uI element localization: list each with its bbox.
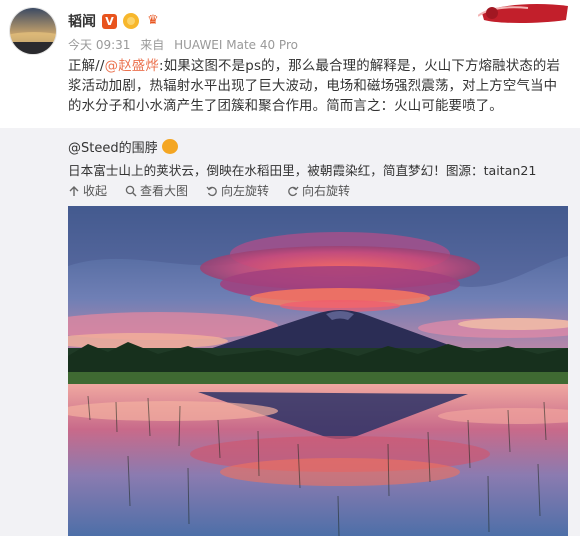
rotate-right-button[interactable]: 向右旋转: [287, 182, 350, 199]
author-name[interactable]: 韬闻: [68, 11, 96, 31]
weibo-post: 韬闻 V ♛ 今天 09:31 来自 HUAWEI Mate 40 Pro 正解…: [0, 0, 580, 128]
collapse-button[interactable]: 收起: [68, 182, 107, 199]
collapse-icon: [69, 185, 79, 196]
post-photo[interactable]: [68, 206, 568, 536]
rotate-left-icon: [206, 186, 217, 196]
view-large-button[interactable]: 查看大图: [125, 182, 188, 199]
source-prefix: 来自: [140, 38, 165, 52]
post-time[interactable]: 今天 09:31: [68, 38, 130, 52]
image-actions: 收起 查看大图 向左旋转 向右旋转: [68, 182, 350, 199]
repost-text: 日本富士山上的荚状云，倒映在水稻田里，被朝霞染红，简直梦幻！图源：taitan2…: [68, 163, 537, 178]
collapse-label: 收起: [83, 184, 108, 198]
card-decoration: [477, 2, 570, 24]
fan-badge-icon[interactable]: [161, 139, 178, 154]
verified-icon: V: [102, 13, 117, 29]
device-name[interactable]: HUAWEI Mate 40 Pro: [174, 38, 298, 52]
user-mention-link[interactable]: @赵盛烨: [105, 59, 159, 74]
fan-badge-icon[interactable]: ♛: [145, 13, 161, 29]
author-line: 韬闻 V ♛: [68, 11, 161, 31]
post-text: 正解//@赵盛烨:如果这图不是ps的，那么最合理的解释是，火山下方熔融状态的岩浆…: [68, 57, 568, 117]
text-prefix: 正解//: [68, 59, 105, 74]
rotate-left-button[interactable]: 向左旋转: [206, 182, 269, 199]
view-large-label: 查看大图: [140, 184, 189, 198]
rotate-left-label: 向左旋转: [221, 184, 270, 198]
repost-author[interactable]: @Steed的围脖: [68, 137, 158, 156]
zoom-icon: [125, 185, 137, 196]
rotate-right-icon: [288, 186, 299, 196]
rotate-right-label: 向右旋转: [302, 184, 351, 198]
author-avatar[interactable]: [9, 7, 57, 55]
repost-card: @Steed的围脖 日本富士山上的荚状云，倒映在水稻田里，被朝霞染红，简直梦幻！…: [0, 128, 580, 536]
post-meta: 今天 09:31 来自 HUAWEI Mate 40 Pro: [68, 36, 298, 53]
medal-icon[interactable]: [123, 13, 139, 29]
repost-author-line: @Steed的围脖: [68, 137, 178, 156]
